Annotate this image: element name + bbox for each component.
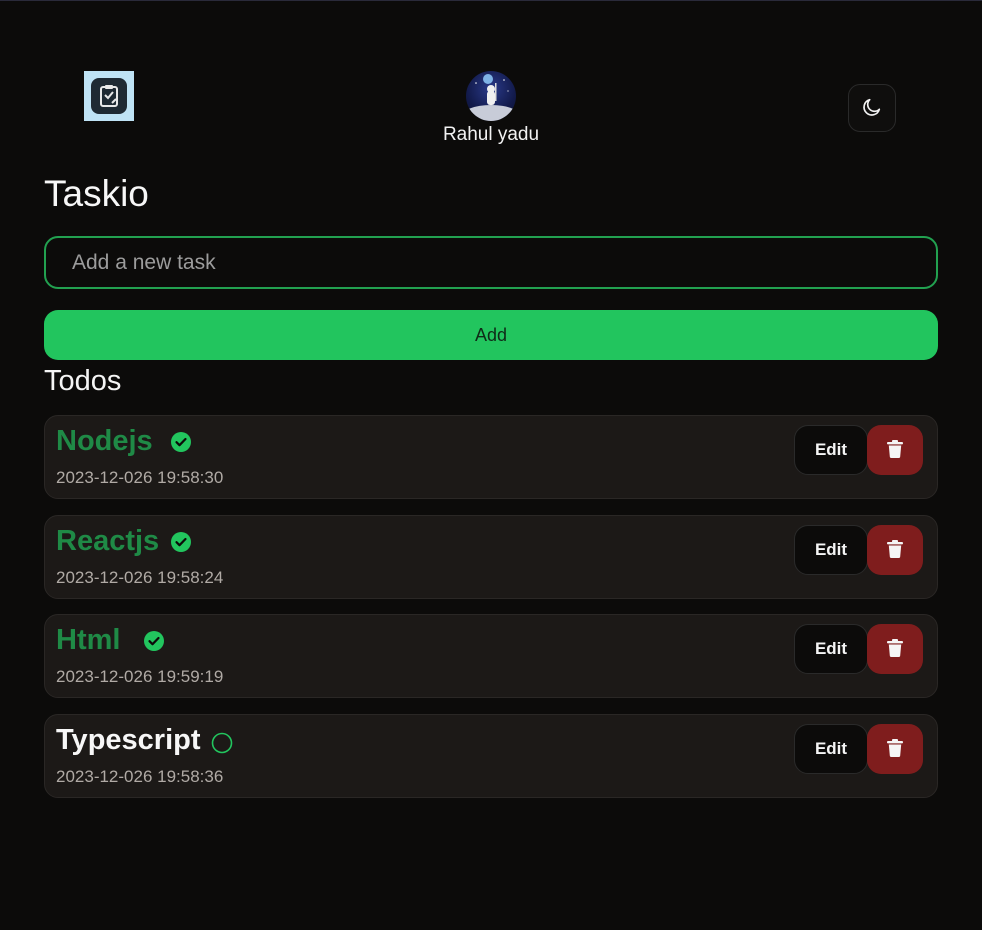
app-page: Rahul yadu Taskio Add Todos Nodejs 2023-…	[0, 0, 982, 930]
todo-date: 2023-12-026 19:58:30	[56, 468, 224, 487]
edit-button[interactable]: Edit	[794, 624, 868, 674]
trash-icon	[887, 439, 903, 461]
add-task-button[interactable]: Add	[44, 310, 938, 360]
page-title: Taskio	[44, 173, 149, 214]
clipboard-logo-icon	[91, 78, 127, 114]
todo-date: 2023-12-026 19:59:19	[56, 667, 224, 686]
delete-button[interactable]	[867, 525, 923, 575]
todo-title: Reactjs	[56, 525, 160, 557]
todo-item: Reactjs 2023-12-026 19:58:24 Edit	[44, 515, 938, 599]
todo-list: Nodejs 2023-12-026 19:58:30 Edit Reactjs…	[44, 415, 938, 814]
user-name: Rahul yadu	[442, 124, 540, 145]
todos-heading: Todos	[44, 365, 122, 397]
moon-icon	[861, 96, 883, 121]
todo-title: Nodejs	[56, 425, 153, 457]
todo-item: Typescript 2023-12-026 19:58:36 Edit	[44, 714, 938, 798]
trash-icon	[887, 638, 903, 660]
todo-item: Html 2023-12-026 19:59:19 Edit	[44, 614, 938, 698]
todo-title: Typescript	[56, 724, 201, 756]
edit-button[interactable]: Edit	[794, 525, 868, 575]
check-circle-icon[interactable]	[143, 630, 165, 652]
todo-date: 2023-12-026 19:58:36	[56, 767, 224, 786]
trash-icon	[887, 539, 903, 561]
delete-button[interactable]	[867, 724, 923, 774]
delete-button[interactable]	[867, 624, 923, 674]
theme-toggle-button[interactable]	[848, 84, 896, 132]
app-logo[interactable]	[84, 71, 134, 121]
new-task-input[interactable]	[44, 236, 938, 289]
user-profile[interactable]: Rahul yadu	[441, 71, 541, 146]
edit-button[interactable]: Edit	[794, 425, 868, 475]
trash-icon	[887, 738, 903, 760]
check-circle-icon[interactable]	[170, 531, 192, 553]
empty-circle-icon[interactable]	[211, 732, 233, 754]
check-circle-icon[interactable]	[170, 431, 192, 453]
todo-date: 2023-12-026 19:58:24	[56, 568, 224, 587]
todo-title: Html	[56, 624, 121, 656]
edit-button[interactable]: Edit	[794, 724, 868, 774]
delete-button[interactable]	[867, 425, 923, 475]
todo-item: Nodejs 2023-12-026 19:58:30 Edit	[44, 415, 938, 499]
avatar[interactable]	[466, 71, 516, 121]
